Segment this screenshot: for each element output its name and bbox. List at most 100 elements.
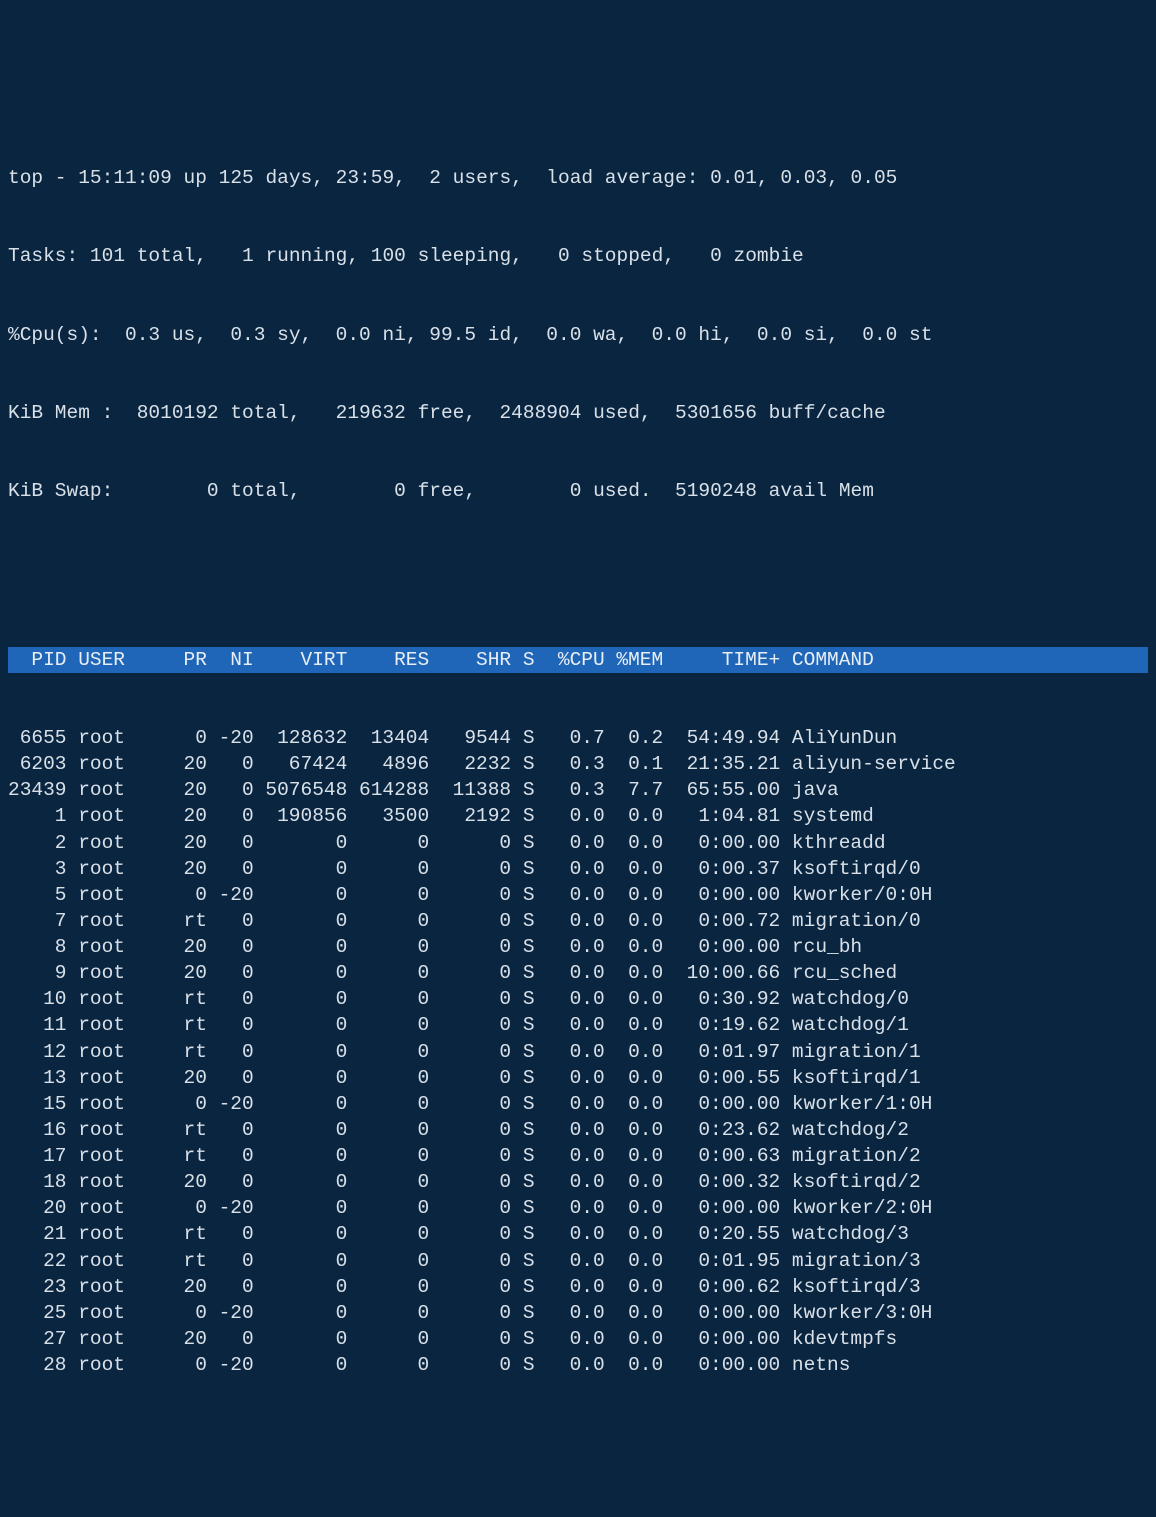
process-row[interactable]: 3root200000S0.00.00:00.37ksoftirqd/0 [8,856,1148,882]
process-row[interactable]: 23root200000S0.00.00:00.62ksoftirqd/3 [8,1274,1148,1300]
col-header-ni[interactable]: NI [207,647,254,673]
process-row[interactable]: 13root200000S0.00.00:00.55ksoftirqd/1 [8,1065,1148,1091]
cell-pid: 8 [8,934,67,960]
cell-ni: 0 [207,1221,254,1247]
cell-res: 13404 [347,725,429,751]
process-row[interactable]: 28root0-20000S0.00.00:00.00netns [8,1352,1148,1378]
cell-res: 0 [347,830,429,856]
cell-state: S [511,1221,534,1247]
process-row[interactable]: 22rootrt0000S0.00.00:01.95migration/3 [8,1248,1148,1274]
cell-time: 0:00.00 [663,934,780,960]
process-row[interactable]: 15root0-20000S0.00.00:00.00kworker/1:0H [8,1091,1148,1117]
cell-ni: 0 [207,856,254,882]
cell-command: watchdog/2 [780,1117,909,1143]
cell-command: kworker/0:0H [780,882,932,908]
cell-command: migration/0 [780,908,920,934]
cell-virt: 128632 [254,725,348,751]
cell-time: 0:00.62 [663,1274,780,1300]
cell-pid: 9 [8,960,67,986]
cell-pr: 0 [172,882,207,908]
cell-pr: rt [172,986,207,1012]
col-header-command[interactable]: COMMAND [780,647,874,673]
cell-command: rcu_bh [780,934,862,960]
cell-mem: 0.0 [605,960,664,986]
cell-res: 0 [347,882,429,908]
cell-user: root [67,777,172,803]
process-table-header[interactable]: PIDUSERPRNIVIRTRESSHRS%CPU%MEMTIME+COMMA… [8,647,1148,673]
process-row[interactable]: 21rootrt0000S0.00.00:20.55watchdog/3 [8,1221,1148,1247]
cell-pr: rt [172,1012,207,1038]
cell-state: S [511,986,534,1012]
cell-cpu: 0.0 [535,1039,605,1065]
process-row[interactable]: 8root200000S0.00.00:00.00rcu_bh [8,934,1148,960]
cell-user: root [67,1300,172,1326]
cell-res: 0 [347,1091,429,1117]
cell-user: root [67,986,172,1012]
cell-time: 0:00.00 [663,1195,780,1221]
cell-ni: -20 [207,725,254,751]
cell-time: 0:19.62 [663,1012,780,1038]
cell-time: 0:20.55 [663,1221,780,1247]
cell-command: ksoftirqd/0 [780,856,920,882]
process-row[interactable]: 17rootrt0000S0.00.00:00.63migration/2 [8,1143,1148,1169]
process-row[interactable]: 5root0-20000S0.00.00:00.00kworker/0:0H [8,882,1148,908]
process-row[interactable]: 20root0-20000S0.00.00:00.00kworker/2:0H [8,1195,1148,1221]
col-header-cpu[interactable]: %CPU [535,647,605,673]
process-row[interactable]: 18root200000S0.00.00:00.32ksoftirqd/2 [8,1169,1148,1195]
cell-shr: 9544 [429,725,511,751]
cell-virt: 0 [254,856,348,882]
process-row[interactable]: 11rootrt0000S0.00.00:19.62watchdog/1 [8,1012,1148,1038]
cell-command: migration/1 [780,1039,920,1065]
process-row[interactable]: 10rootrt0000S0.00.00:30.92watchdog/0 [8,986,1148,1012]
process-row[interactable]: 23439root200507654861428811388S0.37.765:… [8,777,1148,803]
cell-pid: 5 [8,882,67,908]
col-header-pr[interactable]: PR [172,647,207,673]
cell-res: 0 [347,1039,429,1065]
cell-state: S [511,803,534,829]
cell-user: root [67,1012,172,1038]
cell-time: 0:23.62 [663,1117,780,1143]
process-row[interactable]: 6655root0-20128632134049544S0.70.254:49.… [8,725,1148,751]
top-mem-line: KiB Mem : 8010192 total, 219632 free, 24… [8,400,1148,426]
cell-cpu: 0.0 [535,856,605,882]
process-row[interactable]: 6203root2006742448962232S0.30.121:35.21a… [8,751,1148,777]
process-row[interactable]: 1root20019085635002192S0.00.01:04.81syst… [8,803,1148,829]
col-header-user[interactable]: USER [67,647,172,673]
process-row[interactable]: 12rootrt0000S0.00.00:01.97migration/1 [8,1039,1148,1065]
cell-command: kworker/2:0H [780,1195,932,1221]
cell-pid: 10 [8,986,67,1012]
cell-pid: 11 [8,1012,67,1038]
cell-mem: 0.0 [605,1065,664,1091]
process-row[interactable]: 9root200000S0.00.010:00.66rcu_sched [8,960,1148,986]
cell-state: S [511,1039,534,1065]
col-header-time[interactable]: TIME+ [663,647,780,673]
cell-res: 0 [347,986,429,1012]
process-row[interactable]: 16rootrt0000S0.00.00:23.62watchdog/2 [8,1117,1148,1143]
col-header-pid[interactable]: PID [8,647,67,673]
cell-ni: 0 [207,1012,254,1038]
process-row[interactable]: 2root200000S0.00.00:00.00kthreadd [8,830,1148,856]
cell-pid: 7 [8,908,67,934]
cell-shr: 0 [429,908,511,934]
top-swap-line: KiB Swap: 0 total, 0 free, 0 used. 51902… [8,478,1148,504]
cell-ni: 0 [207,803,254,829]
cell-res: 0 [347,960,429,986]
cell-mem: 0.0 [605,1091,664,1117]
cell-res: 0 [347,1274,429,1300]
process-row[interactable]: 27root200000S0.00.00:00.00kdevtmpfs [8,1326,1148,1352]
cell-virt: 67424 [254,751,348,777]
cell-res: 0 [347,856,429,882]
cell-time: 0:01.95 [663,1248,780,1274]
col-header-virt[interactable]: VIRT [254,647,348,673]
cell-user: root [67,1117,172,1143]
cell-res: 0 [347,1195,429,1221]
process-row[interactable]: 25root0-20000S0.00.00:00.00kworker/3:0H [8,1300,1148,1326]
col-header-res[interactable]: RES [347,647,429,673]
col-header-shr[interactable]: SHR [429,647,511,673]
col-header-mem[interactable]: %MEM [605,647,664,673]
process-row[interactable]: 7rootrt0000S0.00.00:00.72migration/0 [8,908,1148,934]
cell-cpu: 0.0 [535,1300,605,1326]
col-header-state[interactable]: S [511,647,534,673]
cell-virt: 0 [254,908,348,934]
cell-shr: 0 [429,1012,511,1038]
